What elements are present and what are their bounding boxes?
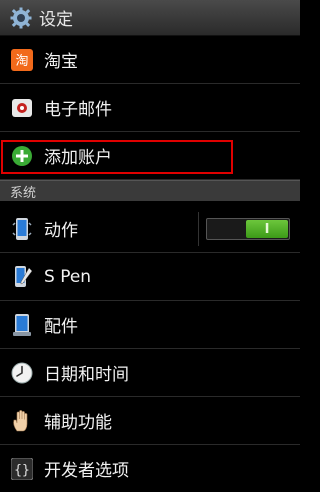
clock-icon bbox=[10, 361, 34, 385]
toggle-knob: I bbox=[246, 220, 288, 238]
account-item-label: 电子邮件 bbox=[44, 100, 112, 120]
svg-text:淘: 淘 bbox=[15, 54, 28, 69]
system-item-label: 开发者选项 bbox=[44, 461, 129, 481]
svg-text:{}: {} bbox=[14, 463, 30, 478]
spen-icon bbox=[10, 265, 34, 289]
system-item-accessibility[interactable]: 辅助功能 bbox=[0, 397, 300, 445]
add-account-item[interactable]: 添加账户 bbox=[0, 132, 300, 180]
system-item-label: 配件 bbox=[44, 317, 78, 337]
accessory-device-icon bbox=[10, 313, 34, 337]
phone-motion-icon bbox=[10, 217, 34, 241]
system-item-label: 辅助功能 bbox=[44, 413, 112, 433]
account-item-taobao[interactable]: 淘 淘宝 bbox=[0, 36, 300, 84]
system-item-label: 日期和时间 bbox=[44, 365, 129, 385]
section-header-system: 系统 bbox=[0, 180, 300, 201]
taobao-app-icon: 淘 bbox=[10, 48, 34, 72]
divider bbox=[198, 212, 199, 246]
add-circle-icon bbox=[10, 144, 34, 168]
hand-icon bbox=[10, 409, 34, 433]
title-bar: 设定 bbox=[0, 0, 300, 36]
account-item-label: 淘宝 bbox=[44, 52, 78, 72]
email-app-icon bbox=[10, 96, 34, 120]
add-account-label: 添加账户 bbox=[44, 148, 112, 168]
braces-icon: {} bbox=[10, 457, 34, 481]
system-item-label: 动作 bbox=[44, 221, 78, 241]
system-item-datetime[interactable]: 日期和时间 bbox=[0, 349, 300, 397]
page-title: 设定 bbox=[39, 10, 73, 30]
system-item-label: S Pen bbox=[44, 266, 92, 287]
system-item-accessory[interactable]: 配件 bbox=[0, 301, 300, 349]
account-item-email[interactable]: 电子邮件 bbox=[0, 84, 300, 132]
system-item-developer[interactable]: {} 开发者选项 bbox=[0, 445, 300, 492]
motion-toggle[interactable]: I bbox=[206, 218, 290, 240]
system-item-spen[interactable]: S Pen bbox=[0, 253, 300, 301]
gear-icon bbox=[9, 6, 33, 30]
section-header-label: 系统 bbox=[10, 185, 37, 201]
